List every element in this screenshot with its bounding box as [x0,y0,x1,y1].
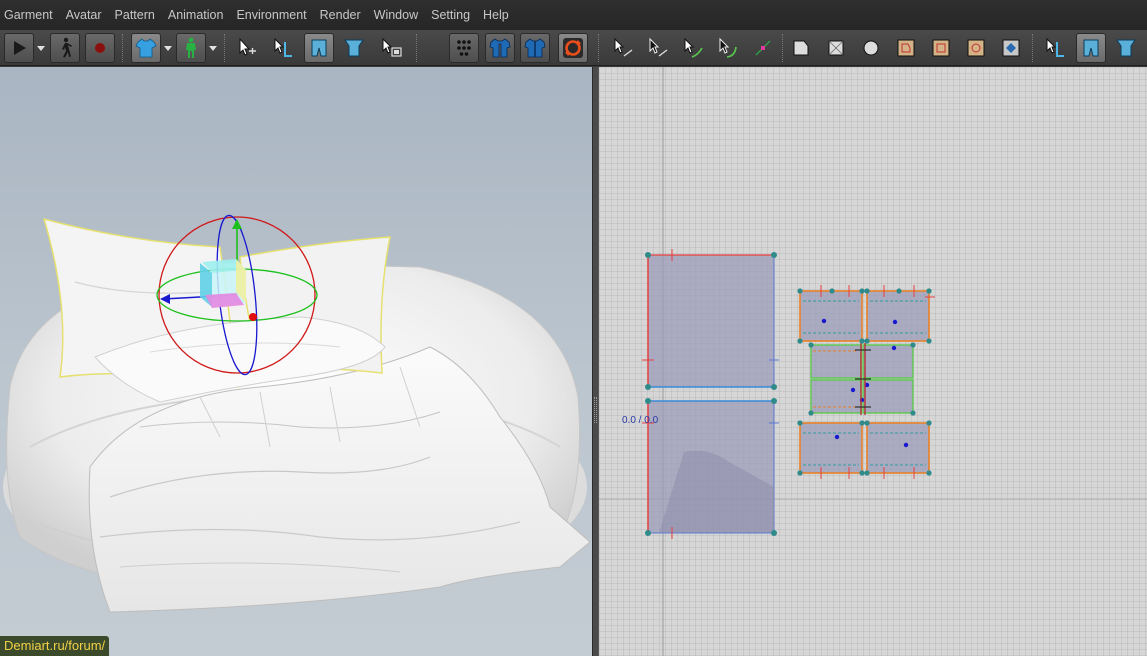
garment-display-dropdown[interactable] [162,33,174,63]
fitting-suit-button[interactable] [520,33,550,63]
menu-window[interactable]: Window [373,0,426,30]
unfold-icon [1116,39,1136,57]
splitter-grip[interactable] [594,397,597,423]
select-move-icon [239,37,256,56]
3d-garment-viewport[interactable] [0,67,592,656]
record-icon [95,43,105,53]
watermark-label: Demiart.ru/forum/ [0,636,110,656]
pillow-pattern-top-right[interactable] [866,290,930,342]
rectangle-icon [828,40,844,56]
edit-curvature-tool[interactable] [713,33,743,63]
transform-tool[interactable] [1040,33,1070,63]
curve-point-tool[interactable] [678,33,708,63]
menu-environment[interactable]: Environment [235,0,314,30]
garment-display-button[interactable] [131,33,161,63]
menu-setting[interactable]: Setting [430,0,478,30]
polygon-tool[interactable] [786,33,816,63]
circle-tool[interactable] [856,33,886,63]
pillow-pattern-middle-lower-right[interactable] [859,379,914,414]
simulation-toggle-button[interactable] [558,33,588,63]
unfold-tool[interactable] [1111,33,1141,63]
rectangle-tool[interactable] [821,33,851,63]
menu-help[interactable]: Help [482,0,517,30]
fold-pattern-icon [311,39,327,57]
dropdown-arrow-icon [164,46,172,51]
toolbar-separator [224,34,226,62]
play-icon [14,41,26,55]
dropdown-arrow-icon [37,46,45,51]
menu-pattern[interactable]: Pattern [114,0,163,30]
garment-shirt-icon [135,38,157,58]
transform-icon [1046,37,1064,57]
curve-point-icon [684,37,703,58]
polygon-icon [793,40,809,56]
2d-pattern-window[interactable]: 0.0 / 0.0 [599,67,1147,656]
select-move-tool[interactable] [232,33,262,63]
avatar-display-button[interactable] [176,33,206,63]
simulation-toggle-icon [563,38,583,58]
tack-button[interactable] [485,33,515,63]
avatar-display-dropdown[interactable] [207,33,219,63]
pillow-pattern-top-left[interactable] [799,290,863,342]
menu-bar: Garment Avatar Pattern Animation Environ… [0,0,1147,30]
coordinate-readout: 0.0 / 0.0 [622,415,659,426]
unfold-arrangement-tool[interactable] [339,33,369,63]
transform-pattern-icon [274,37,292,57]
menu-animation[interactable]: Animation [167,0,232,30]
fold-tool[interactable] [1076,33,1106,63]
fold-icon [1083,39,1099,57]
edit-point-icon [649,37,668,57]
edit-point-tool[interactable] [643,33,673,63]
select-point-icon [614,37,633,57]
toolbar-separator [1032,34,1034,62]
pin-tool[interactable] [449,33,479,63]
pillow-pattern-bottom-right[interactable] [866,422,930,474]
3d-scene [3,214,591,613]
tack-icon [489,38,511,58]
dart-icon [1002,39,1020,57]
pillow-pattern-middle-upper-left[interactable] [810,344,862,379]
walk-avatar-icon [62,37,72,58]
add-point-tool[interactable] [748,33,778,63]
fold-arrangement-tool[interactable] [304,33,334,63]
clo3d-app-window: Garment Avatar Pattern Animation Environ… [0,0,1147,656]
dropdown-arrow-icon [209,46,217,51]
2d-pattern-canvas [599,67,1147,656]
internal-polygon-icon [897,39,915,57]
internal-rectangle-tool[interactable] [926,33,956,63]
viewport-splitter[interactable] [592,67,599,656]
internal-polygon-tool[interactable] [891,33,921,63]
avatar-walk-button[interactable] [50,33,80,63]
avatar-figure-icon [186,37,196,58]
play-options-dropdown[interactable] [35,33,47,63]
edit-curvature-icon [719,37,737,58]
transform-pattern-tool[interactable] [268,33,298,63]
toolbar-separator [782,34,784,62]
pin-tool-icon [457,40,471,56]
circle-icon [863,40,879,56]
pattern-piece-large-bottom[interactable] [642,398,779,539]
internal-circle-tool[interactable] [961,33,991,63]
pillow-pattern-middle-lower-left[interactable] [810,379,862,414]
menu-avatar[interactable]: Avatar [65,0,110,30]
pattern-piece-large-top[interactable] [642,249,779,390]
pillow-pattern-bottom-left[interactable] [799,422,863,474]
toolbar-separator [598,34,600,62]
select-point-tool[interactable] [608,33,638,63]
play-simulation-button[interactable] [4,33,34,63]
select-mesh-tool[interactable] [376,33,406,63]
toolbar [0,30,1147,66]
add-point-icon [755,40,771,56]
menu-render[interactable]: Render [319,0,369,30]
internal-rectangle-icon [932,39,950,57]
internal-circle-icon [967,39,985,57]
menu-garment[interactable]: Garment [2,0,61,30]
unfold-pattern-icon [344,39,364,57]
dart-tool[interactable] [996,33,1026,63]
toolbar-separator [416,34,418,62]
fitting-suit-icon [524,38,546,58]
record-button[interactable] [85,33,115,63]
select-mesh-icon [382,37,402,57]
toolbar-separator [122,34,124,62]
